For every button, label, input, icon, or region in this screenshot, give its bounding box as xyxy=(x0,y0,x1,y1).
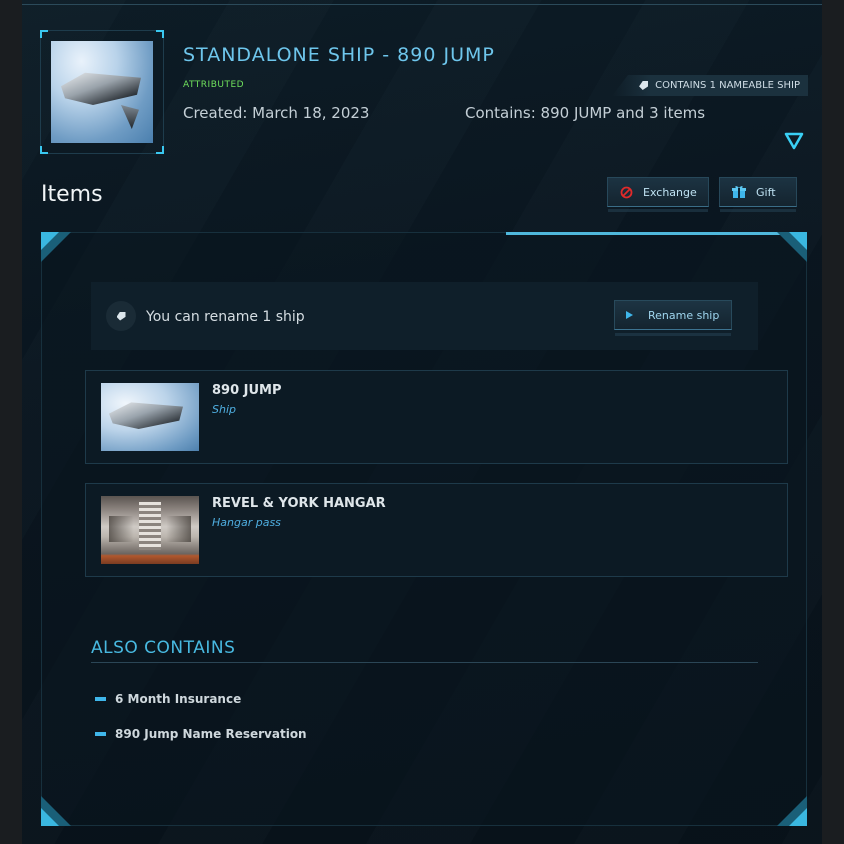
item-card-hangar[interactable]: REVEL & YORK HANGAR Hangar pass xyxy=(85,483,788,577)
pledge-panel: STANDALONE SHIP - 890 JUMP ATTRIBUTED CO… xyxy=(22,0,822,844)
divider xyxy=(91,662,758,663)
exchange-label: Exchange xyxy=(643,185,697,199)
nameable-ship-label: CONTAINS 1 NAMEABLE SHIP xyxy=(655,80,800,91)
gift-button[interactable]: Gift xyxy=(719,177,797,212)
play-icon xyxy=(626,311,633,319)
item-type: Hangar pass xyxy=(212,516,281,529)
gift-icon xyxy=(732,186,746,198)
corner-decoration xyxy=(41,796,71,826)
also-contains-heading: ALSO CONTAINS xyxy=(91,638,236,658)
bullet-icon xyxy=(95,697,106,701)
nameable-ship-badge: CONTAINS 1 NAMEABLE SHIP xyxy=(612,75,808,96)
corner-decoration xyxy=(777,232,807,262)
items-heading: Items xyxy=(41,182,103,207)
corner-decoration xyxy=(41,232,71,262)
rename-message: You can rename 1 ship xyxy=(146,309,305,325)
item-card-890-jump[interactable]: 890 JUMP Ship xyxy=(85,370,788,464)
tag-icon xyxy=(106,301,136,331)
bullet-icon xyxy=(95,732,106,736)
tag-icon xyxy=(638,80,649,91)
corner-decoration xyxy=(777,796,807,826)
accent-bar xyxy=(506,232,806,235)
list-item: 6 Month Insurance xyxy=(95,692,241,706)
hangar-thumbnail xyxy=(101,496,199,564)
top-divider xyxy=(22,4,822,5)
contains-summary: Contains: 890 JUMP and 3 items xyxy=(465,104,706,122)
rename-ship-label: Rename ship xyxy=(648,308,720,322)
rename-ship-button[interactable]: Rename ship xyxy=(614,300,732,336)
item-name: 890 JUMP xyxy=(212,383,282,398)
package-thumbnail xyxy=(51,41,153,143)
exchange-button[interactable]: Exchange xyxy=(607,177,709,212)
ship-thumbnail xyxy=(101,383,199,451)
status-badge: ATTRIBUTED xyxy=(183,80,245,90)
chevron-down-icon xyxy=(784,132,804,150)
gift-label: Gift xyxy=(756,185,776,199)
prohibited-icon xyxy=(620,186,633,198)
list-item-label: 6 Month Insurance xyxy=(115,692,242,706)
created-date: Created: March 18, 2023 xyxy=(183,104,370,122)
package-title: STANDALONE SHIP - 890 JUMP xyxy=(183,44,495,66)
expand-button[interactable] xyxy=(784,132,804,150)
item-type: Ship xyxy=(212,403,236,416)
package-thumbnail-frame xyxy=(40,30,164,154)
list-item: 890 Jump Name Reservation xyxy=(95,727,307,741)
list-item-label: 890 Jump Name Reservation xyxy=(115,727,307,741)
item-name: REVEL & YORK HANGAR xyxy=(212,496,386,511)
